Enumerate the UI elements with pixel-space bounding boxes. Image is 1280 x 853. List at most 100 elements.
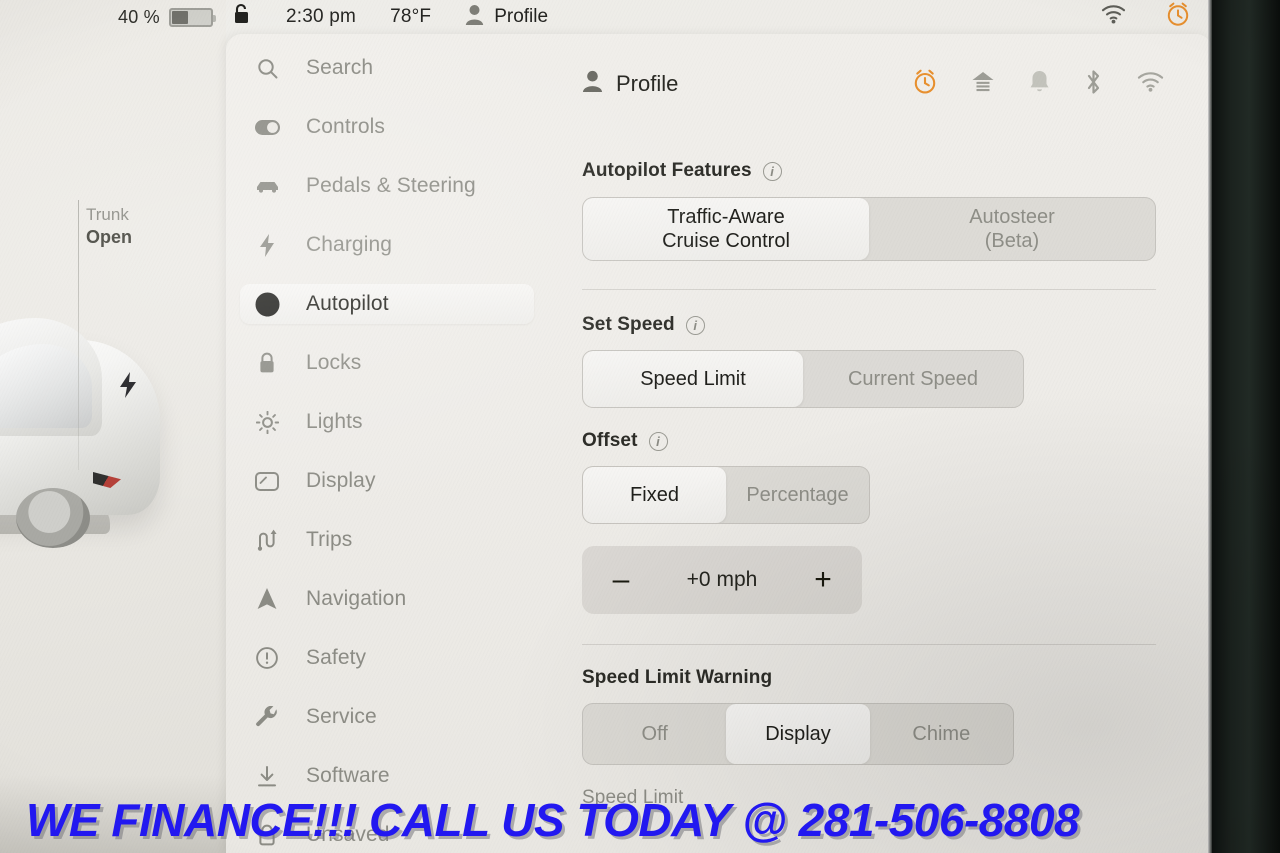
sidebar-label: Safety <box>306 646 367 669</box>
trunk-leader-line <box>78 200 79 470</box>
content-header: Profile <box>582 58 1182 110</box>
battery-icon <box>168 7 216 27</box>
sidebar-item-pedals-steering[interactable]: Pedals & Steering <box>240 166 534 206</box>
decrement-button[interactable]: – <box>606 565 636 595</box>
sidebar-label: Autopilot <box>306 292 389 315</box>
lock-icon <box>254 352 280 374</box>
sidebar-item-lights[interactable]: Lights <box>240 402 534 442</box>
temperature-label[interactable]: 78°F <box>390 6 431 28</box>
option-line-2: (Beta) <box>984 230 1040 252</box>
sidebar-item-search[interactable]: Search <box>240 48 534 88</box>
sidebar-item-software[interactable]: Software <box>240 756 534 796</box>
section-title-set-speed: Set Speed i <box>582 314 1182 336</box>
info-icon[interactable]: i <box>685 315 705 335</box>
bolt-icon <box>254 233 280 257</box>
option-traffic-aware-cruise-control[interactable]: Traffic-Aware Cruise Control <box>583 198 869 260</box>
sidebar-label: Navigation <box>306 587 407 610</box>
autopilot-features-segmented-control[interactable]: Traffic-Aware Cruise Control Autosteer (… <box>582 197 1156 261</box>
option-fixed[interactable]: Fixed <box>583 467 726 523</box>
route-icon <box>254 529 280 551</box>
garage-icon[interactable] <box>971 70 995 99</box>
option-autosteer-beta[interactable]: Autosteer (Beta) <box>869 198 1155 260</box>
battery-percent-label: 40 % <box>118 6 160 27</box>
option-speed-limit[interactable]: Speed Limit <box>583 351 803 407</box>
status-bar: 40 % 2:30 pm 78°F Profile <box>0 0 1212 34</box>
wifi-icon[interactable] <box>1101 4 1126 30</box>
car-wheel <box>16 488 90 548</box>
option-chime[interactable]: Chime <box>870 704 1013 764</box>
steering-wheel-icon <box>254 292 280 317</box>
sidebar-item-trips[interactable]: Trips <box>240 520 534 560</box>
section-title-autopilot-features: Autopilot Features i <box>582 160 1182 182</box>
sidebar-item-safety[interactable]: Safety <box>240 638 534 678</box>
sidebar-item-locks[interactable]: Locks <box>240 343 534 383</box>
status-profile-button[interactable]: Profile <box>465 4 548 31</box>
sidebar-item-charging[interactable]: Charging <box>240 225 534 265</box>
sidebar-label: Trips <box>306 528 353 551</box>
sidebar-label: Pedals & Steering <box>306 174 476 197</box>
sidebar-label: Controls <box>306 115 385 138</box>
car-icon <box>254 179 280 193</box>
option-percentage[interactable]: Percentage <box>726 467 869 523</box>
vehicle-render[interactable] <box>0 300 175 600</box>
section-title-speed-limit-warning: Speed Limit Warning <box>582 667 1182 689</box>
header-icon-row <box>913 69 1182 100</box>
sidebar-item-autopilot[interactable]: Autopilot <box>240 284 534 324</box>
bell-icon[interactable] <box>1029 70 1050 99</box>
divider <box>582 644 1156 645</box>
navigation-arrow-icon <box>254 588 280 610</box>
display-icon <box>254 471 280 491</box>
alarm-clock-icon[interactable] <box>1166 2 1190 33</box>
screen-bezel <box>1212 0 1280 853</box>
section-title-offset: Offset i <box>582 430 1182 452</box>
person-icon <box>465 4 484 31</box>
trunk-status: Trunk Open <box>86 205 132 248</box>
info-icon[interactable]: i <box>648 431 668 451</box>
status-profile-label: Profile <box>494 6 549 27</box>
unlocked-padlock-icon[interactable] <box>232 3 252 31</box>
option-off[interactable]: Off <box>583 704 726 764</box>
option-current-speed[interactable]: Current Speed <box>803 351 1023 407</box>
offset-segmented-control[interactable]: Fixed Percentage <box>582 466 870 524</box>
sidebar-item-service[interactable]: Service <box>240 697 534 737</box>
sun-icon <box>254 410 280 434</box>
increment-button[interactable]: + <box>808 565 838 595</box>
speed-limit-warning-segmented-control[interactable]: Off Display Chime <box>582 703 1014 765</box>
search-icon <box>254 58 280 79</box>
sidebar-item-display[interactable]: Display <box>240 461 534 501</box>
section-label: Autopilot Features <box>582 160 752 181</box>
option-line-2: Cruise Control <box>662 230 790 252</box>
tesla-touchscreen-photo: Trunk Open 40 % 2:30 pm 78°F Profile Sea… <box>0 0 1280 853</box>
sidebar-label: Search <box>306 56 374 79</box>
car-visualization-panel[interactable]: Trunk Open <box>0 0 226 853</box>
toggle-icon <box>254 119 280 135</box>
bluetooth-icon[interactable] <box>1084 69 1103 100</box>
sidebar-label: Charging <box>306 233 393 256</box>
alarm-clock-icon[interactable] <box>913 69 937 100</box>
trunk-status-value: Open <box>86 227 133 248</box>
profile-button[interactable]: Profile <box>582 70 678 98</box>
exclamation-circle-icon <box>254 647 280 669</box>
offset-value: +0 mph <box>686 568 758 591</box>
section-label: Offset <box>582 430 638 451</box>
sidebar-item-navigation[interactable]: Navigation <box>240 579 534 619</box>
offset-stepper[interactable]: – +0 mph + <box>582 546 862 614</box>
screen-bezel-edge <box>1208 0 1212 853</box>
sidebar-item-controls[interactable]: Controls <box>240 107 534 147</box>
wrench-icon <box>254 706 280 728</box>
wifi-icon[interactable] <box>1137 71 1164 97</box>
sidebar-label: Display <box>306 469 376 492</box>
divider <box>582 289 1156 290</box>
settings-sidebar: Search Controls Pedals & Steering Chargi… <box>226 34 546 853</box>
lightning-bolt-icon <box>118 372 138 403</box>
download-icon <box>254 765 280 787</box>
set-speed-segmented-control[interactable]: Speed Limit Current Speed <box>582 350 1024 408</box>
battery-indicator[interactable]: 40 % <box>118 6 216 28</box>
option-display[interactable]: Display <box>726 704 870 764</box>
sidebar-label: Lights <box>306 410 363 433</box>
info-icon[interactable]: i <box>762 161 782 181</box>
sidebar-label: Locks <box>306 351 362 374</box>
person-icon <box>582 70 603 98</box>
autopilot-settings-pane: Profile Autopilot Features i Traffic-Awa… <box>546 34 1212 853</box>
clock-label[interactable]: 2:30 pm <box>286 6 356 28</box>
